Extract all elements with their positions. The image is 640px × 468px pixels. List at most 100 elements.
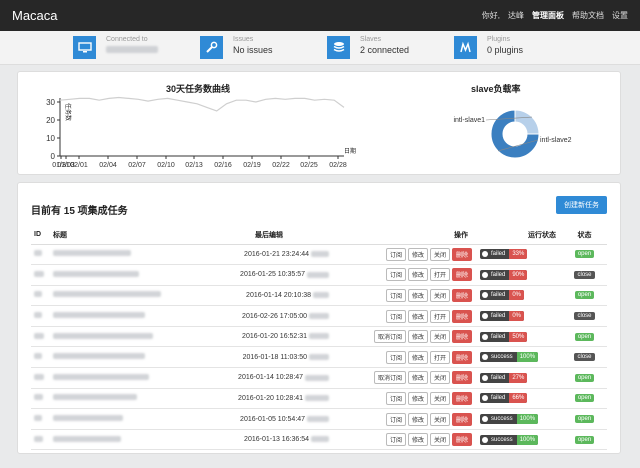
edit-time: 2016-01-05 10:54:47 xyxy=(240,415,306,423)
state-badge[interactable]: close xyxy=(574,270,595,279)
subscribe-button[interactable]: 订阅 xyxy=(385,433,406,447)
run-result: failed xyxy=(491,292,506,299)
toggle-button[interactable]: 打开 xyxy=(429,350,450,364)
cell-title[interactable] xyxy=(53,305,206,327)
toggle-button[interactable]: 关闭 xyxy=(429,288,450,302)
toggle-button[interactable]: 打开 xyxy=(429,309,450,323)
toggle-button[interactable]: 关闭 xyxy=(429,247,450,261)
state-badge[interactable]: open xyxy=(574,435,595,444)
donut-slice xyxy=(514,109,540,135)
subscribe-button[interactable]: 订阅 xyxy=(385,309,406,323)
cell-title[interactable] xyxy=(53,285,206,307)
subscribe-button[interactable]: 订阅 xyxy=(385,391,406,405)
cell-run-status: success 100% xyxy=(472,408,562,430)
nav-help-link[interactable]: 帮助文档 xyxy=(572,10,604,21)
run-result: failed xyxy=(491,333,506,340)
stat-label: Slaves xyxy=(360,36,382,43)
cell-id xyxy=(31,367,53,389)
delete-button[interactable]: 删除 xyxy=(451,371,472,385)
run-badge[interactable]: failed 50% xyxy=(480,331,528,342)
create-task-button[interactable]: 创建新任务 xyxy=(556,196,607,214)
run-badge[interactable]: failed 90% xyxy=(480,269,528,280)
stat-plugins: Plugins 0 plugins xyxy=(454,36,523,59)
stat-value xyxy=(106,45,158,55)
delete-button[interactable]: 删除 xyxy=(451,330,472,344)
pass-rate: 33% xyxy=(509,249,528,260)
nav-greeting: 你好, xyxy=(481,11,500,20)
cell-title[interactable] xyxy=(53,388,206,410)
subscribe-button[interactable]: 订阅 xyxy=(385,350,406,364)
cell-title[interactable] xyxy=(53,326,206,348)
edit-button[interactable]: 修改 xyxy=(407,350,428,364)
delete-button[interactable]: 删除 xyxy=(451,412,472,426)
state-badge[interactable]: open xyxy=(574,415,595,424)
run-badge[interactable]: success 100% xyxy=(480,352,539,363)
cell-title[interactable] xyxy=(53,408,206,430)
cell-id xyxy=(31,346,53,369)
subscribe-button[interactable]: 订阅 xyxy=(385,268,406,282)
cell-title[interactable] xyxy=(53,244,206,266)
cell-title[interactable] xyxy=(53,264,206,286)
cell-edited: 2016-01-14 20:10:38 xyxy=(206,285,332,307)
delete-button[interactable]: 删除 xyxy=(451,433,472,447)
edit-button[interactable]: 修改 xyxy=(407,330,428,344)
run-badge[interactable]: failed 66% xyxy=(480,393,528,404)
state-badge[interactable]: open xyxy=(574,291,595,300)
subscribe-button[interactable]: 取消订阅 xyxy=(373,330,406,344)
table-row: 2016-01-21 23:24:44 订阅 修改 关闭 删除 failed 33% ope… xyxy=(31,244,607,266)
edit-button[interactable]: 修改 xyxy=(407,309,428,323)
edit-time: 2016-02-26 17:05:00 xyxy=(242,312,308,320)
state-badge[interactable]: close xyxy=(574,353,595,362)
edit-button[interactable]: 修改 xyxy=(407,268,428,282)
cell-id xyxy=(31,305,53,327)
delete-button[interactable]: 删除 xyxy=(451,391,472,405)
cell-state: close xyxy=(562,264,607,286)
toggle-button[interactable]: 关闭 xyxy=(429,433,450,447)
delete-button[interactable]: 删除 xyxy=(451,350,472,364)
brand-logo[interactable]: Macaca xyxy=(12,8,58,23)
edit-button[interactable]: 修改 xyxy=(407,371,428,385)
edit-button[interactable]: 修改 xyxy=(407,433,428,447)
cell-state: open xyxy=(562,388,607,410)
toggle-button[interactable]: 关闭 xyxy=(429,412,450,426)
toggle-button[interactable]: 打开 xyxy=(429,268,450,282)
run-badge[interactable]: success 100% xyxy=(480,434,539,445)
subscribe-button[interactable]: 取消订阅 xyxy=(373,371,406,385)
state-badge[interactable]: open xyxy=(574,332,595,341)
run-result: failed xyxy=(491,251,506,258)
run-badge[interactable]: failed 27% xyxy=(480,372,528,383)
state-badge[interactable]: close xyxy=(574,312,595,321)
delete-button[interactable]: 删除 xyxy=(451,288,472,302)
cell-state: open xyxy=(562,367,607,389)
subscribe-button[interactable]: 订阅 xyxy=(385,288,406,302)
cell-title[interactable] xyxy=(53,429,206,451)
toggle-button[interactable]: 关闭 xyxy=(429,371,450,385)
subscribe-button[interactable]: 订阅 xyxy=(385,247,406,261)
subscribe-button[interactable]: 订阅 xyxy=(385,412,406,426)
delete-button[interactable]: 删除 xyxy=(451,247,472,261)
edit-button[interactable]: 修改 xyxy=(407,412,428,426)
edit-button[interactable]: 修改 xyxy=(407,288,428,302)
edit-button[interactable]: 修改 xyxy=(407,247,428,261)
nav-admin-link[interactable]: 管理面板 xyxy=(532,10,564,21)
cell-title[interactable] xyxy=(53,346,206,369)
cell-run-status: failed 0% xyxy=(472,305,562,327)
edit-button[interactable]: 修改 xyxy=(407,391,428,405)
state-badge[interactable]: open xyxy=(574,373,595,382)
run-badge[interactable]: failed 0% xyxy=(480,290,525,301)
run-badge[interactable]: failed 0% xyxy=(480,311,525,322)
delete-button[interactable]: 删除 xyxy=(451,268,472,282)
state-badge[interactable]: open xyxy=(574,250,595,259)
state-badge[interactable]: open xyxy=(574,394,595,403)
run-badge[interactable]: failed 33% xyxy=(480,249,528,260)
x-tick-label: 02/07 xyxy=(128,162,146,169)
table-row: 2016-02-26 17:05:00 订阅 修改 打开 删除 failed 0% clos… xyxy=(31,305,607,327)
toggle-button[interactable]: 关闭 xyxy=(429,391,450,405)
nav-user-link[interactable]: 达峰 xyxy=(508,10,524,21)
cell-title[interactable] xyxy=(53,367,206,389)
nav-settings-link[interactable]: 设置 xyxy=(612,10,628,21)
toggle-button[interactable]: 关闭 xyxy=(429,330,450,344)
delete-button[interactable]: 删除 xyxy=(451,309,472,323)
cell-id xyxy=(31,326,53,348)
run-badge[interactable]: success 100% xyxy=(480,414,539,425)
